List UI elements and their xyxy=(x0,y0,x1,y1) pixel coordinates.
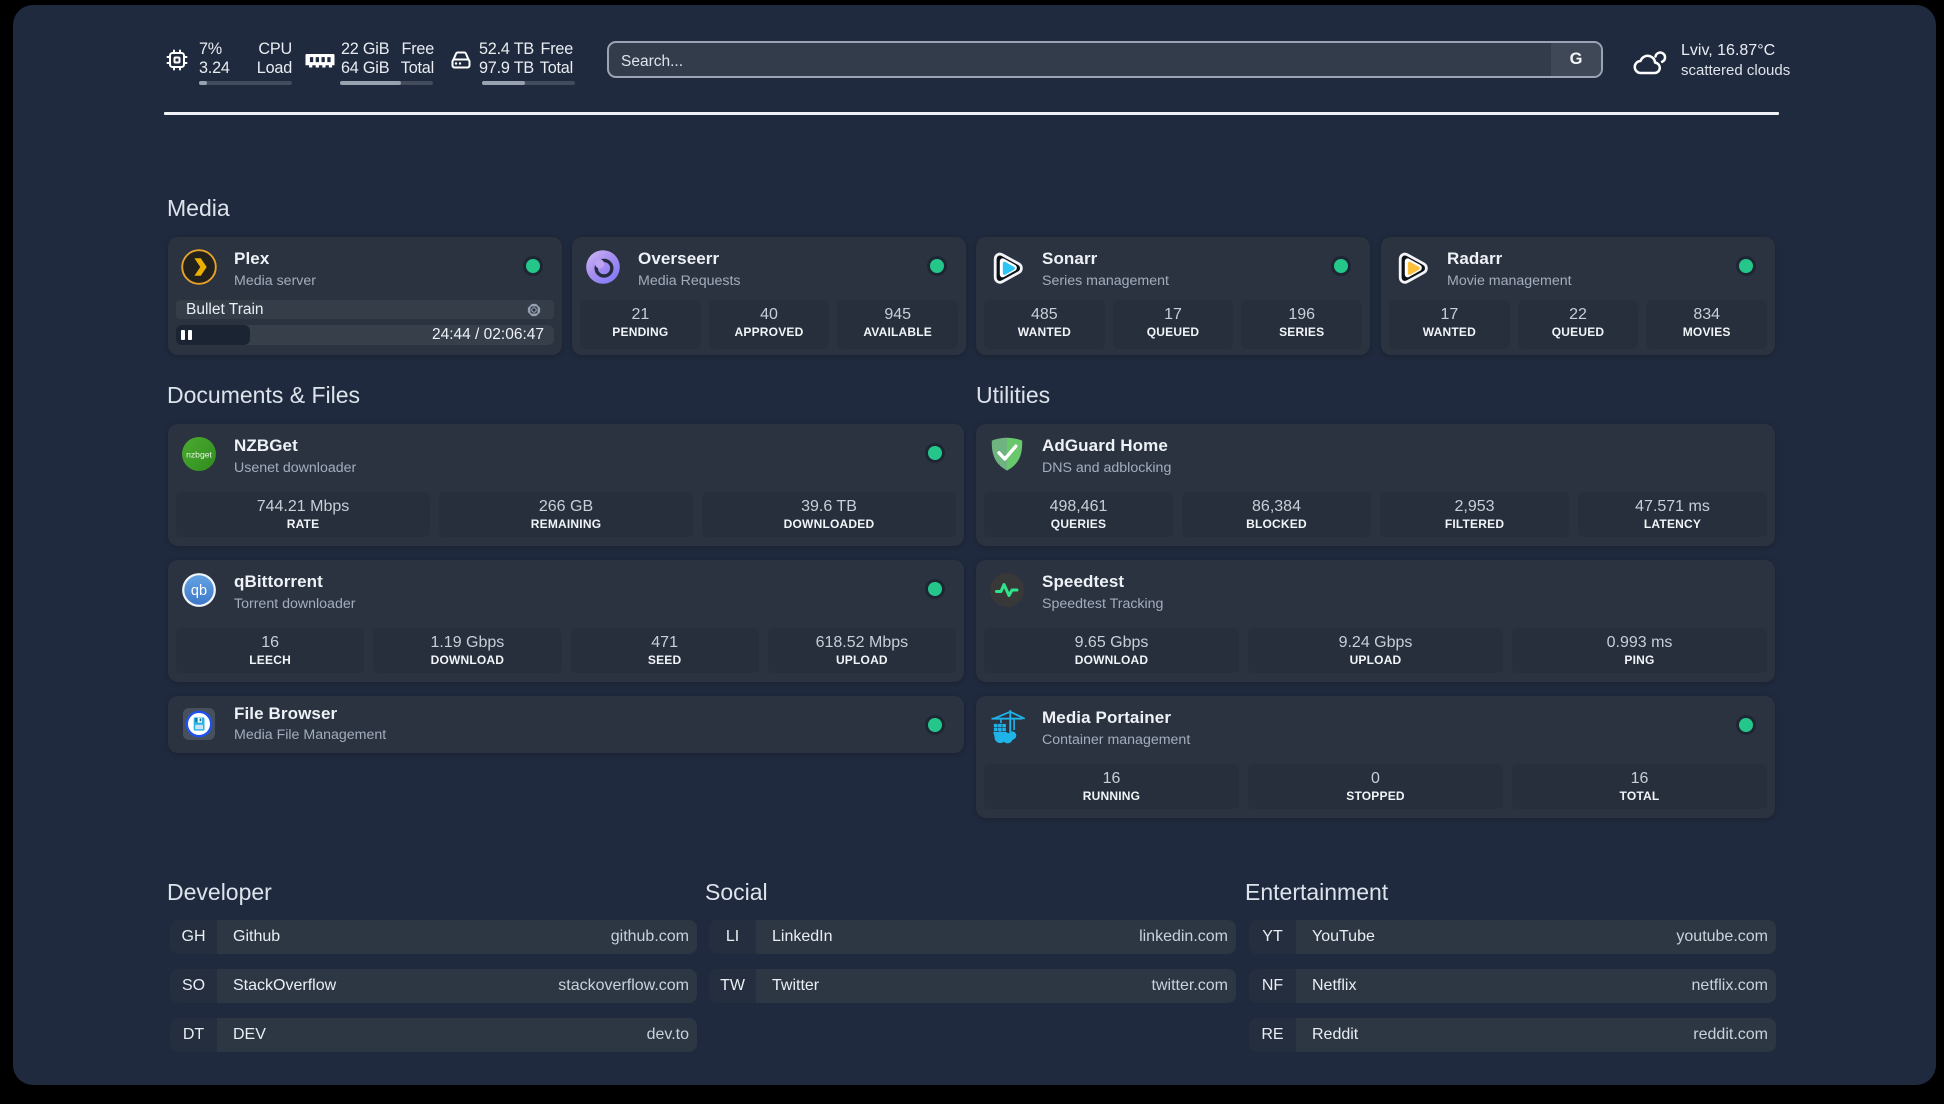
svg-text:nzbget: nzbget xyxy=(186,450,212,460)
svg-text:qb: qb xyxy=(191,583,207,599)
